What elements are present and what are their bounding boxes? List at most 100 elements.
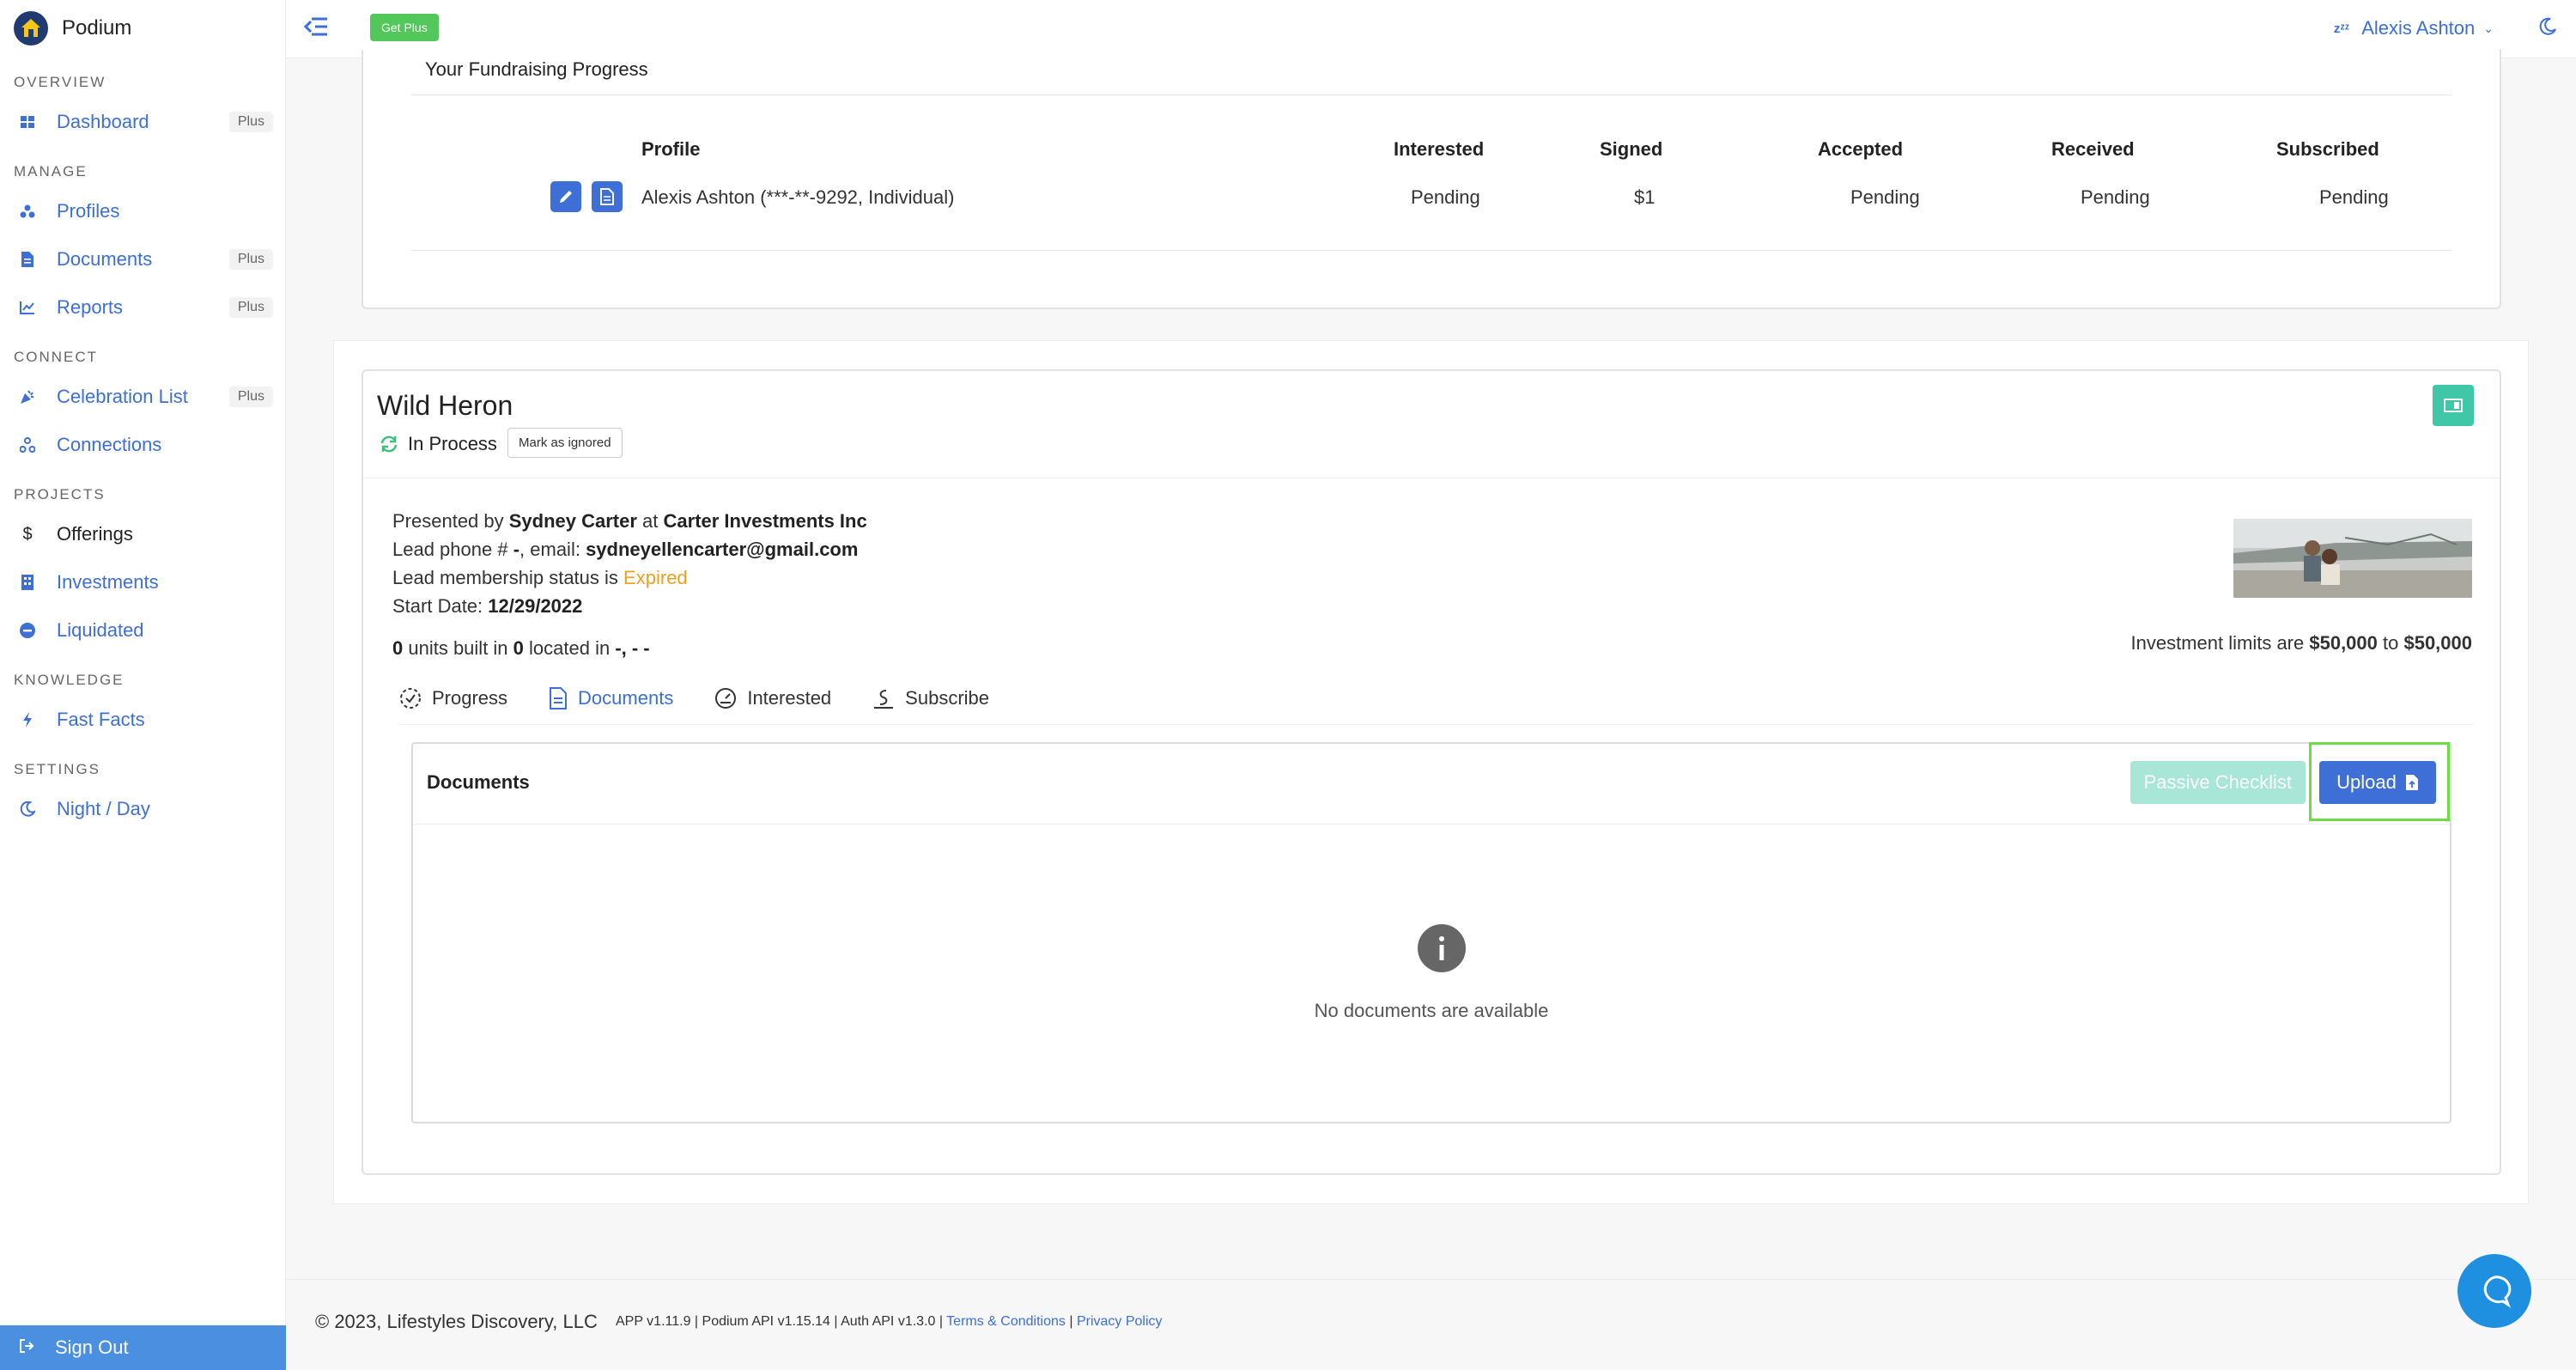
sidebar-item-night-day[interactable]: Night / Day xyxy=(0,785,285,833)
section-settings: SETTINGS xyxy=(14,761,101,777)
company-name: Carter Investments Inc xyxy=(663,510,867,532)
tab-interested[interactable]: Interested xyxy=(714,687,831,709)
cell-signed: $1 xyxy=(1634,186,1656,208)
sidebar-item-fast-facts[interactable]: Fast Facts xyxy=(0,696,285,744)
sidebar-item-label: Profiles xyxy=(57,200,120,222)
sidebar-item-documents[interactable]: Documents Plus xyxy=(0,235,285,283)
document-icon xyxy=(600,188,614,205)
copyright: © 2023, Lifestyles Discovery, LLC xyxy=(315,1311,598,1332)
collapse-sidebar-icon[interactable] xyxy=(303,15,332,41)
user-menu[interactable]: zᶻᶻ Alexis Ashton ⌄ xyxy=(2334,17,2494,40)
header-interested: Interested xyxy=(1394,138,1485,160)
pencil-icon xyxy=(560,191,572,203)
section-connect: CONNECT xyxy=(14,349,99,365)
section-knowledge: KNOWLEDGE xyxy=(14,672,125,688)
offering-photo[interactable] xyxy=(2233,519,2472,598)
signature-icon xyxy=(874,689,894,709)
document-icon xyxy=(19,251,36,268)
sidebar-item-offerings[interactable]: $ Offerings xyxy=(0,510,285,558)
sidebar-item-connections[interactable]: Connections xyxy=(0,421,285,469)
building-icon xyxy=(19,574,36,591)
brand[interactable]: Podium xyxy=(0,0,285,57)
section-projects: PROJECTS xyxy=(14,486,106,502)
email-prefix: , email: xyxy=(519,539,586,560)
sidebar-item-label: Celebration List xyxy=(57,386,188,407)
info-icon xyxy=(1418,924,1466,972)
dashboard-icon xyxy=(19,113,36,131)
toggle-panel-button[interactable] xyxy=(2433,385,2474,426)
units-count: 0 xyxy=(392,637,404,659)
passive-checklist-button[interactable]: Passive Checklist xyxy=(2129,761,2306,804)
start-prefix: Start Date: xyxy=(392,595,489,617)
sidebar-item-celebration-list[interactable]: Celebration List Plus xyxy=(0,373,285,421)
sidebar-item-profiles[interactable]: Profiles xyxy=(0,187,285,235)
sign-out-label: Sign Out xyxy=(55,1337,129,1358)
cell-interested: Pending xyxy=(1411,186,1480,208)
tab-documents[interactable]: Documents xyxy=(549,686,674,709)
empty-documents-message: No documents are available xyxy=(1314,1000,1549,1021)
documents-panel: Documents Passive Checklist Upload No do… xyxy=(411,742,2451,1123)
tab-subscribe[interactable]: Subscribe xyxy=(872,687,989,709)
lightning-icon xyxy=(19,711,36,728)
section-overview: OVERVIEW xyxy=(14,74,106,90)
moon-icon xyxy=(19,801,36,818)
progress-check-icon xyxy=(400,687,421,709)
sidebar-item-label: Night / Day xyxy=(57,798,150,819)
status-text: In Process xyxy=(408,433,497,454)
plus-badge: Plus xyxy=(228,249,273,270)
limit-max: $50,000 xyxy=(2403,632,2472,654)
podium-logo-icon xyxy=(14,11,48,46)
mark-as-ignored-button[interactable]: Mark as ignored xyxy=(507,428,623,458)
gauge-icon xyxy=(715,687,737,709)
document-icon xyxy=(550,686,568,709)
presenter-name: Sydney Carter xyxy=(508,510,637,532)
privacy-link[interactable]: Privacy Policy xyxy=(1077,1314,1163,1329)
located-count: 0 xyxy=(513,637,524,659)
header-subscribed: Subscribed xyxy=(2276,138,2379,160)
sign-out-button[interactable]: Sign Out xyxy=(0,1325,286,1370)
header-profile: Profile xyxy=(641,138,701,160)
sidebar-item-reports[interactable]: Reports Plus xyxy=(0,283,285,332)
sidebar: Podium OVERVIEW Dashboard Plus MANAGE Pr… xyxy=(0,0,286,1370)
upload-button[interactable]: Upload xyxy=(2319,761,2436,804)
sidebar-item-label: Offerings xyxy=(57,523,133,545)
sidebar-item-label: Documents xyxy=(57,248,153,270)
sidebar-item-dashboard[interactable]: Dashboard Plus xyxy=(0,98,285,146)
refresh-icon xyxy=(380,435,398,453)
status-badge: In Process xyxy=(379,433,497,455)
sidebar-item-label: Connections xyxy=(57,434,162,455)
limits-prefix: Investment limits are xyxy=(2130,632,2310,654)
tab-label: Subscribe xyxy=(905,686,990,709)
edit-button[interactable] xyxy=(550,181,581,212)
panel-icon xyxy=(2444,399,2463,412)
start-date-value: 12/29/2022 xyxy=(488,595,583,617)
chat-bubble-icon xyxy=(2483,1276,2512,1308)
sidebar-item-label: Fast Facts xyxy=(57,709,145,730)
terms-link[interactable]: Terms & Conditions xyxy=(946,1314,1066,1329)
investment-limits: Investment limits are $50,000 to $50,000 xyxy=(2131,632,2472,655)
chat-support-button[interactable] xyxy=(2458,1254,2531,1328)
cell-subscribed: Pending xyxy=(2319,186,2389,208)
main-content: Your Fundraising Progress Profile Intere… xyxy=(286,50,2576,1279)
chart-line-icon xyxy=(19,299,36,316)
sidebar-item-liquidated[interactable]: Liquidated xyxy=(0,606,285,655)
night-mode-icon[interactable] xyxy=(2538,17,2561,40)
sign-out-icon xyxy=(19,1338,34,1358)
footer: © 2023, Lifestyles Discovery, LLC APP v1… xyxy=(286,1279,2576,1370)
start-date: Start Date: 12/29/2022 xyxy=(392,595,582,618)
membership-status: Expired xyxy=(623,567,688,588)
presented-prefix: Presented by xyxy=(392,510,509,532)
membership-prefix: Lead membership status is xyxy=(392,567,624,588)
view-document-button[interactable] xyxy=(592,181,623,212)
get-plus-button[interactable]: Get Plus xyxy=(370,14,439,41)
tab-label: Documents xyxy=(578,686,674,709)
sidebar-item-label: Liquidated xyxy=(57,619,144,641)
lead-contact: Lead phone # -, email: sydneyellencarter… xyxy=(392,539,858,561)
sidebar-item-investments[interactable]: Investments xyxy=(0,558,285,606)
tab-progress[interactable]: Progress xyxy=(399,687,507,709)
section-manage: MANAGE xyxy=(14,163,88,180)
lead-email: sydneyellencarter@gmail.com xyxy=(586,539,859,560)
header-accepted: Accepted xyxy=(1818,138,1904,160)
lead-phone: - xyxy=(513,539,520,560)
version-info: APP v1.11.9 | Podium API v1.15.14 | Auth… xyxy=(616,1314,1163,1330)
